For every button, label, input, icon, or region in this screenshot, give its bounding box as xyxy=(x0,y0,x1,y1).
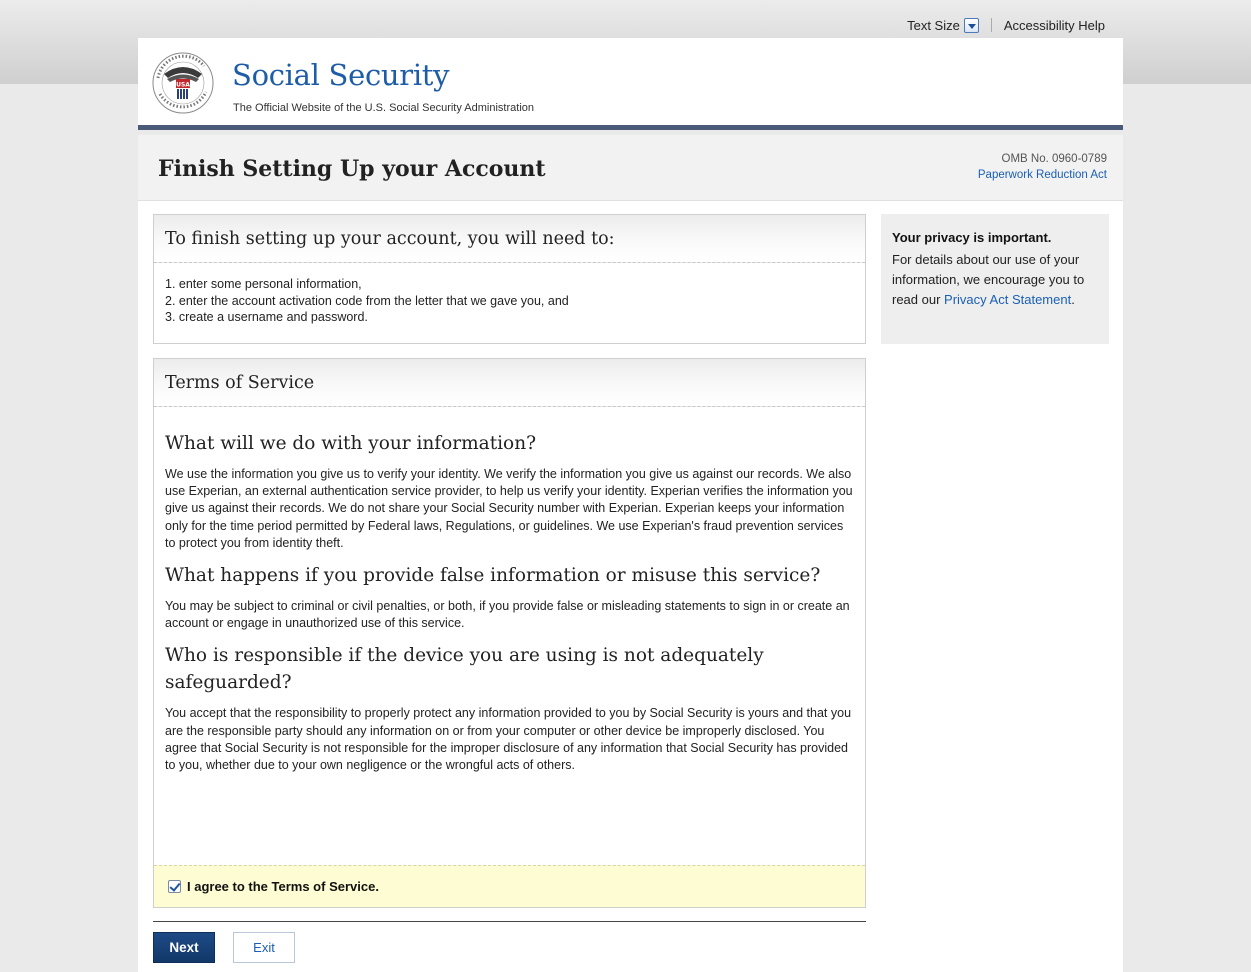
tos-section-title: What will we do with your information? xyxy=(165,433,537,454)
svg-text:USA: USA xyxy=(176,82,190,89)
privacy-heading: Your privacy is important. xyxy=(892,230,1052,245)
step-item: 3. create a username and password. xyxy=(165,310,368,324)
tos-heading: Terms of Service xyxy=(154,359,865,407)
tos-section-body: You may be subject to criminal or civil … xyxy=(165,599,850,631)
step-item: 2. enter the account activation code fro… xyxy=(165,293,569,308)
step-item: 1. enter some personal information, xyxy=(165,277,362,291)
page-container: Text Size Accessibility Help USA Social … xyxy=(138,0,1123,972)
agree-terms-row[interactable]: I agree to the Terms of Service. xyxy=(154,865,865,907)
intro-heading: To finish setting up your account, you w… xyxy=(154,215,865,263)
exit-button[interactable]: Exit xyxy=(233,932,295,963)
text-size-label: Text Size xyxy=(907,17,960,33)
next-button[interactable]: Next xyxy=(153,932,215,963)
omb-number: OMB No. 0960-0789 xyxy=(1001,153,1107,165)
brand-subtitle: The Official Website of the U.S. Social … xyxy=(233,102,535,114)
page-title: Finish Setting Up your Account xyxy=(158,156,546,182)
agree-checkbox[interactable] xyxy=(168,880,181,893)
privacy-period: . xyxy=(1071,292,1075,307)
tos-box: Terms of Service What will we do with yo… xyxy=(153,358,866,908)
utility-divider xyxy=(990,18,992,32)
tos-body: What will we do with your information? W… xyxy=(154,430,865,774)
brand-title[interactable]: Social Security xyxy=(232,58,450,92)
privacy-sidebar: Your privacy is important. For details a… xyxy=(881,214,1109,344)
tos-section-title: Who is responsible if the device you are… xyxy=(165,645,764,694)
chevron-down-icon[interactable] xyxy=(963,17,979,33)
page-titlebar: Finish Setting Up your Account OMB No. 0… xyxy=(138,135,1123,201)
intro-box: To finish setting up your account, you w… xyxy=(153,214,866,344)
site-header: USA Social Security The Official Website… xyxy=(138,38,1123,130)
privacy-act-link[interactable]: Privacy Act Statement xyxy=(944,292,1071,307)
agree-label[interactable]: I agree to the Terms of Service. xyxy=(187,879,379,894)
utility-bar: Text Size Accessibility Help xyxy=(907,16,1105,34)
steps-list: 1. enter some personal information, 2. e… xyxy=(154,263,865,326)
tos-section-body: You accept that the responsibility to pr… xyxy=(165,706,852,773)
omb-info: OMB No. 0960-0789 Paperwork Reduction Ac… xyxy=(978,151,1107,183)
privacy-text: For details about our use of your inform… xyxy=(892,250,1098,310)
tos-section-title: What happens if you provide false inform… xyxy=(165,565,821,587)
paperwork-reduction-link[interactable]: Paperwork Reduction Act xyxy=(978,167,1107,183)
form-divider xyxy=(153,921,866,922)
ssa-seal-icon[interactable]: USA xyxy=(152,52,214,114)
tos-section-body: We use the information you give us to ve… xyxy=(165,467,853,550)
accessibility-help-link[interactable]: Accessibility Help xyxy=(1004,18,1105,33)
text-size-control[interactable]: Text Size xyxy=(907,17,979,33)
